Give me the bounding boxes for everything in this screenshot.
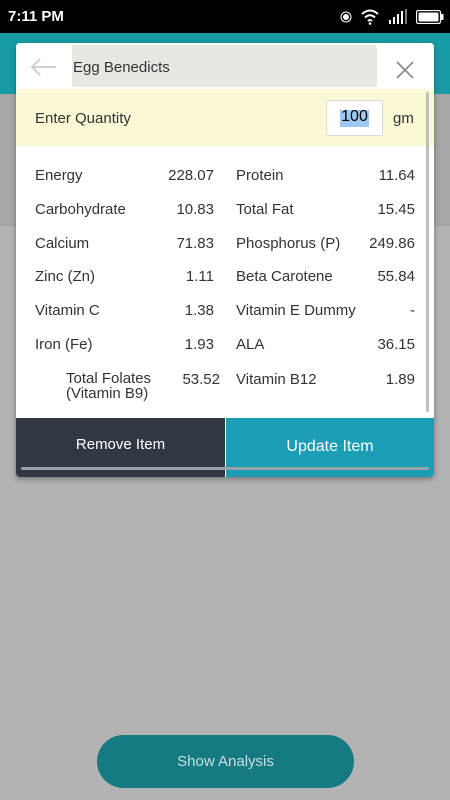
status-icons: [340, 8, 444, 26]
nutrient-value: 1.11: [185, 268, 214, 285]
show-analysis-button[interactable]: Show Analysis: [97, 735, 354, 788]
quantity-value: 100: [341, 108, 368, 125]
nutrient-row: Total Folates (Vitamin B9) 53.52 Vitamin…: [16, 370, 434, 404]
nutrient-row: Vitamin C 1.38 Vitamin E Dummy -: [16, 293, 434, 327]
food-item-dialog: Egg Benedicts Enter Quantity 100 gm Ener…: [16, 43, 434, 477]
nutrient-name: Carbohydrate: [35, 201, 126, 218]
nutrient-name: Protein: [236, 167, 284, 184]
nutrient-value: 55.84: [377, 268, 415, 285]
quantity-row: Enter Quantity 100 gm: [16, 89, 434, 146]
nutrient-table: Energy 228.07 Protein 11.64 Carbohydrate…: [16, 146, 434, 418]
nutrient-value: -: [410, 302, 415, 319]
nutrient-value: 53.52: [182, 371, 220, 388]
nutrient-value: 1.38: [184, 302, 214, 319]
nutrient-name: Vitamin E Dummy: [236, 302, 356, 319]
nutrient-value: 36.15: [377, 336, 415, 353]
nutrient-value: 249.86: [369, 235, 415, 252]
vertical-scrollbar[interactable]: [426, 92, 429, 412]
nutrient-value: 228.07: [168, 167, 214, 184]
battery-icon: [416, 10, 444, 24]
signal-icon: [389, 9, 407, 24]
item-title: Egg Benedicts: [73, 59, 170, 76]
status-bar: 7:11 PM: [0, 0, 450, 33]
nutrient-value: 1.89: [385, 371, 415, 388]
quantity-label: Enter Quantity: [35, 110, 131, 127]
back-arrow-icon[interactable]: [28, 55, 60, 79]
close-icon[interactable]: [392, 57, 418, 83]
nutrient-name: Zinc (Zn): [35, 268, 95, 285]
alarm-dot-icon: [340, 11, 352, 23]
nutrient-name: Vitamin B12: [236, 371, 317, 388]
nutrient-name: ALA: [236, 336, 265, 353]
nutrient-name: Total Folates (Vitamin B9): [66, 370, 152, 402]
wifi-icon: [361, 9, 379, 25]
quantity-unit: gm: [393, 110, 414, 127]
nutrient-row: Zinc (Zn) 1.11 Beta Carotene 55.84: [16, 259, 434, 293]
nutrient-name: Calcium: [35, 235, 90, 252]
nutrient-name: Energy: [35, 167, 83, 184]
nutrient-row: Energy 228.07 Protein 11.64: [16, 158, 434, 192]
nutrient-value: 15.45: [377, 201, 415, 218]
nutrient-name: Beta Carotene: [236, 268, 333, 285]
nutrient-name: Iron (Fe): [35, 336, 93, 353]
nutrient-value: 71.83: [176, 235, 214, 252]
nutrient-row: Iron (Fe) 1.93 ALA 36.15: [16, 327, 434, 361]
dialog-header: Egg Benedicts: [16, 43, 434, 89]
nutrient-name: Vitamin C: [35, 302, 100, 319]
nutrient-name: Phosphorus (P): [236, 235, 341, 252]
nutrient-value: 11.64: [378, 167, 415, 184]
nutrient-row: Carbohydrate 10.83 Total Fat 15.45: [16, 192, 434, 226]
nutrient-value: 1.93: [184, 336, 214, 353]
status-time: 7:11 PM: [8, 8, 64, 25]
nutrient-name: Total Fat: [236, 201, 294, 218]
nutrient-value: 10.83: [176, 201, 214, 218]
nutrient-row: Calcium 71.83 Phosphorus (P) 249.86: [16, 226, 434, 260]
horizontal-scrollbar[interactable]: [21, 467, 429, 470]
